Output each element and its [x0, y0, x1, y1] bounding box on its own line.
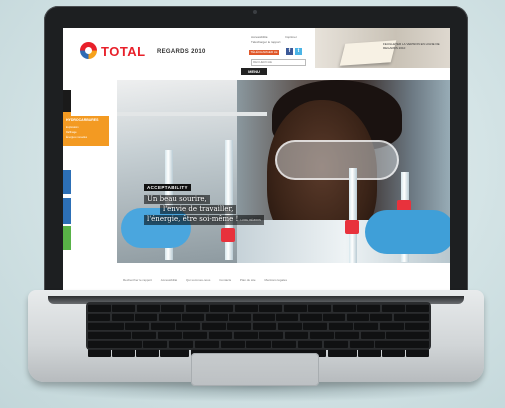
feature-photo: ACCEPTABILITY Un beau sourire, l'envie d…: [117, 80, 450, 263]
safety-goggles: [275, 140, 399, 180]
nav-section-title: HYDROCARBURES: [66, 118, 99, 122]
feature-tag: ACCEPTABILITY: [144, 184, 191, 191]
twitter-icon[interactable]: t: [295, 48, 302, 55]
nav-tab-5[interactable]: [63, 226, 71, 250]
search-input[interactable]: RECHERCHE: [251, 59, 306, 66]
lab-shelf: [117, 112, 267, 116]
nav-subitem[interactable]: Exploration: [66, 126, 79, 129]
banner-text: FEUILLETER LA VERSION EN LIGNE DE REGARD…: [383, 42, 440, 50]
laptop-screen: TOTAL REGARDS 2010 Accessibilité Télécha…: [63, 28, 450, 295]
online-version-banner[interactable]: FEUILLETER LA VERSION EN LIGNE DE REGARD…: [315, 28, 450, 68]
nav-tab-3[interactable]: [63, 170, 71, 194]
keyboard: [86, 302, 431, 357]
facebook-icon[interactable]: f: [286, 48, 293, 55]
header-tools: Accessibilité Télécharger le rapport Imp…: [221, 35, 315, 67]
keyboard-row: [88, 331, 429, 339]
section-nav: [63, 76, 75, 251]
header-tool-line[interactable]: Accessibilité: [251, 36, 268, 39]
site-header: TOTAL REGARDS 2010 Accessibilité Télécha…: [63, 28, 450, 68]
footer-links: Rechercher le rapport Accessibilité Qui …: [123, 278, 443, 286]
nav-hydrocarbures-panel[interactable]: HYDROCARBURES Exploration Raffinage Éner…: [63, 116, 109, 146]
keyboard-row: [88, 304, 430, 312]
tube-cap: [345, 220, 359, 234]
footer-link[interactable]: Qui sommes-nous: [186, 278, 210, 282]
feature-caption: ACCEPTABILITY Un beau sourire, l'envie d…: [144, 176, 264, 225]
keyboard-row: [88, 313, 429, 321]
brand-name[interactable]: TOTAL: [101, 44, 146, 59]
quote-line: Un beau sourire,: [144, 195, 210, 204]
trackpad: [191, 353, 319, 386]
footer-link[interactable]: Contacts: [219, 278, 231, 282]
webcam-icon: [253, 10, 257, 14]
right-glove: [365, 210, 450, 254]
report-subtitle: REGARDS 2010: [157, 49, 206, 55]
quote-credit: LUCIE, RÉUNION: [240, 219, 261, 222]
footer-link[interactable]: Rechercher le rapport: [123, 278, 152, 282]
nav-subitem[interactable]: Raffinage: [66, 131, 77, 134]
laptop-lid: TOTAL REGARDS 2010 Accessibilité Télécha…: [44, 6, 468, 300]
nav-tab-4[interactable]: [63, 198, 71, 224]
nav-subitem[interactable]: Énergies nouvelles: [66, 136, 87, 139]
total-logo-icon[interactable]: [80, 42, 97, 59]
header-tool-line[interactable]: Imprimer: [285, 36, 297, 39]
tube-cap: [221, 228, 235, 242]
keyboard-row: [88, 322, 429, 330]
nav-tab-1[interactable]: [63, 90, 71, 112]
download-report-button[interactable]: TÉLÉCHARGER LE RAPPORT: [249, 50, 279, 59]
footer-link[interactable]: Accessibilité: [161, 278, 178, 282]
keyboard-row: [88, 340, 429, 348]
footer-link[interactable]: Plan du site: [240, 278, 256, 282]
menu-button[interactable]: MENU: [241, 68, 267, 75]
test-tube: [349, 168, 357, 263]
quote-line: l'énergie, être soi-même ! LUCIE, RÉUNIO…: [144, 215, 264, 225]
footer-link[interactable]: Mentions légales: [264, 278, 287, 282]
quote-line-text: l'énergie, être soi-même !: [147, 215, 239, 223]
header-tool-line[interactable]: Télécharger le rapport: [251, 41, 281, 44]
quote-line: l'envie de travailler,: [160, 205, 237, 214]
